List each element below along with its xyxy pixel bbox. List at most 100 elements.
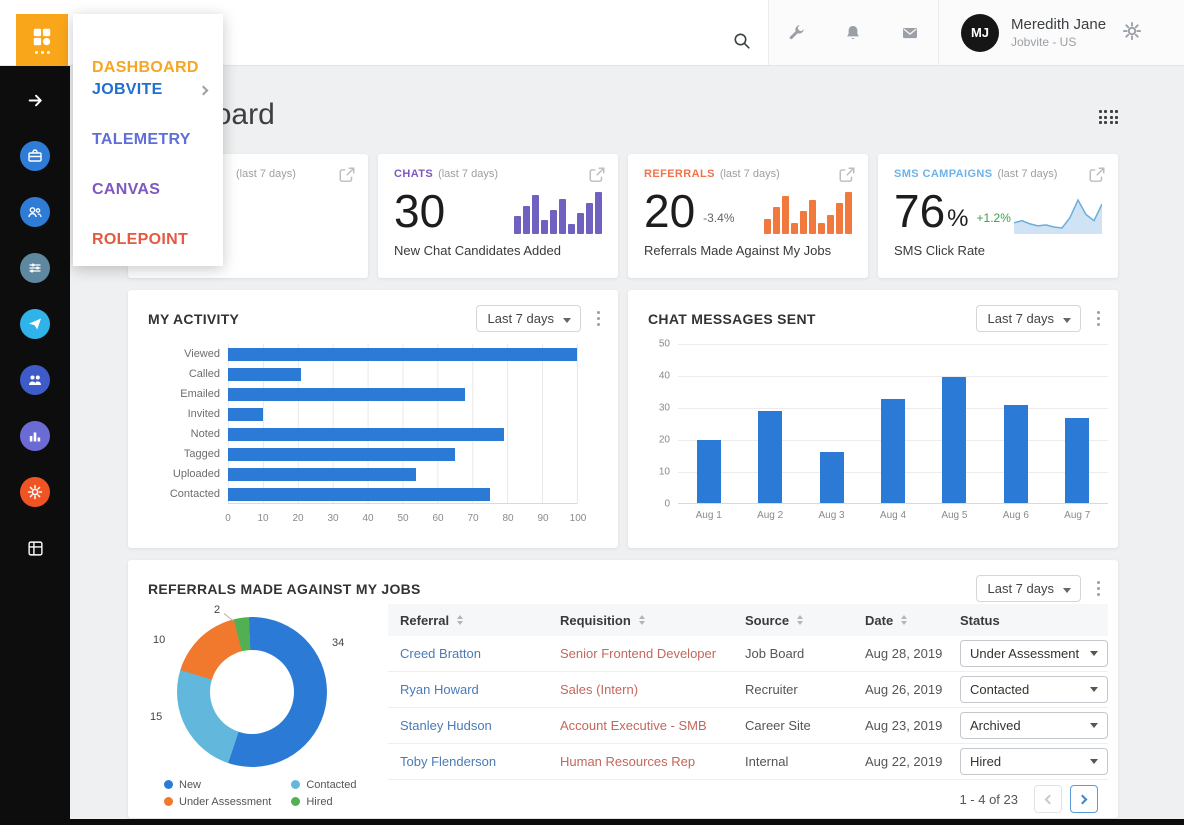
date-cell: Aug 26, 2019 [853, 682, 948, 697]
requisition-link[interactable]: Sales (Intern) [560, 682, 638, 697]
user-menu[interactable]: MJ Meredith Jane Jobvite - US [939, 14, 1106, 52]
referral-link[interactable]: Stanley Hudson [400, 718, 492, 733]
sidebar-item-users[interactable] [0, 184, 70, 240]
menu-item-talemetry[interactable]: TALEMETRY [92, 126, 213, 154]
activity-category-label: Emailed [148, 388, 228, 400]
stat-card-subtitle: (last 7 days) [998, 168, 1058, 180]
avatar[interactable]: MJ [961, 14, 999, 52]
activity-category-label: Called [148, 368, 228, 380]
column-header-label: Source [745, 613, 789, 628]
kebab-menu-icon[interactable] [593, 307, 604, 330]
referrals-table-head: ReferralRequisitionSourceDateStatus [388, 604, 1108, 636]
activity-bar [228, 468, 416, 481]
sidebar-item-send[interactable] [0, 296, 70, 352]
stat-value: 20 [644, 188, 695, 234]
people-icon [20, 365, 50, 395]
chat-bar [820, 452, 844, 503]
stat-value-suffix: % [947, 207, 968, 231]
apps-grid-icon[interactable] [1099, 110, 1119, 124]
requisition-link[interactable]: Human Resources Rep [560, 754, 695, 769]
chat-bar-column [924, 345, 985, 503]
source-cell: Recruiter [733, 682, 853, 697]
briefcase-icon [20, 141, 50, 171]
referrals-sparkline-chart [764, 192, 852, 234]
status-select[interactable]: Archived [960, 712, 1108, 739]
pagination-next-button[interactable] [1070, 785, 1098, 813]
stat-card-title: CHATS [394, 168, 433, 180]
chat-plot [678, 344, 1108, 504]
external-link-icon[interactable] [338, 166, 356, 184]
date-range-select[interactable]: Last 7 days [976, 575, 1082, 602]
activity-row: Uploaded [148, 464, 578, 484]
chat-bar [942, 377, 966, 503]
external-link-icon[interactable] [588, 166, 606, 184]
column-header-referral[interactable]: Referral [388, 613, 548, 628]
pagination-prev-button[interactable] [1034, 785, 1062, 813]
chevron-down-icon [1090, 723, 1098, 728]
wrench-icon[interactable] [777, 13, 817, 53]
referral-link[interactable]: Toby Flenderson [400, 754, 496, 769]
app-switcher-logo[interactable] [16, 14, 68, 66]
chevron-right-icon [1078, 794, 1088, 804]
table-row: Stanley HudsonAccount Executive - SMBCar… [388, 708, 1108, 744]
date-range-select[interactable]: Last 7 days [976, 305, 1082, 332]
menu-item-label: ROLEPOINT [92, 231, 188, 249]
status-select[interactable]: Hired [960, 748, 1108, 775]
sidebar-item-arrow-right[interactable] [0, 72, 70, 128]
activity-track [228, 464, 578, 484]
sidebar-item-gear[interactable] [0, 464, 70, 520]
external-link-icon[interactable] [838, 166, 856, 184]
column-header-source[interactable]: Source [733, 613, 853, 628]
sort-icon [797, 615, 803, 625]
activity-row: Noted [148, 424, 578, 444]
status-value: Contacted [970, 682, 1029, 697]
panel-title: CHAT MESSAGES SENT [648, 311, 976, 327]
kebab-menu-icon[interactable] [1093, 577, 1104, 600]
status-select[interactable]: Contacted [960, 676, 1108, 703]
stat-card-row: (last 7 days) CHATS (last 7 days) 30 New… [128, 154, 1118, 278]
menu-item-jobvite[interactable]: JOBVITE [92, 76, 213, 104]
column-header-requisition[interactable]: Requisition [548, 613, 733, 628]
sidebar-item-people[interactable] [0, 352, 70, 408]
stat-delta: -3.4% [703, 211, 734, 225]
send-icon [20, 309, 50, 339]
settings-gear-icon[interactable] [1122, 21, 1146, 45]
legend-label: New [179, 779, 201, 791]
chats-sparkline-chart [514, 192, 602, 234]
sidebar-item-bar-chart[interactable] [0, 408, 70, 464]
activity-track [228, 444, 578, 464]
source-cell: Job Board [733, 646, 853, 661]
activity-track [228, 344, 578, 364]
activity-category-label: Uploaded [148, 468, 228, 480]
menu-item-rolepoint[interactable]: ROLEPOINT [92, 226, 213, 254]
kebab-menu-icon[interactable] [1093, 307, 1104, 330]
table-row: Toby FlendersonHuman Resources RepIntern… [388, 744, 1108, 780]
activity-category-label: Tagged [148, 448, 228, 460]
sidebar-item-grid[interactable] [0, 520, 70, 576]
requisition-link[interactable]: Senior Frontend Developer [560, 646, 716, 661]
status-select[interactable]: Under Assessment [960, 640, 1108, 667]
status-value: Archived [970, 718, 1021, 733]
sidebar-item-sliders[interactable] [0, 240, 70, 296]
topbar-tools-area: MJ Meredith Jane Jobvite - US [768, 0, 1184, 65]
menu-item-canvas[interactable]: CANVAS [92, 176, 213, 204]
sidebar-item-briefcase[interactable] [0, 128, 70, 184]
referral-link[interactable]: Creed Bratton [400, 646, 481, 661]
menu-item-label: CANVAS [92, 181, 160, 199]
status-value: Under Assessment [970, 646, 1079, 661]
donut-value-label: 2 [214, 604, 220, 616]
sort-icon [639, 615, 645, 625]
user-org: Jobvite - US [1011, 35, 1106, 49]
column-header-date[interactable]: Date [853, 613, 948, 628]
table-row: Creed Bratton Senior Frontend Developer Jo… [388, 636, 1108, 672]
panel-title: REFERRALS MADE AGAINST MY JOBS [148, 581, 976, 597]
activity-bar [228, 448, 455, 461]
referral-link[interactable]: Ryan Howard [400, 682, 479, 697]
requisition-link[interactable]: Account Executive - SMB [560, 718, 707, 733]
search-icon[interactable] [726, 25, 758, 57]
bell-icon[interactable] [833, 13, 873, 53]
chat-bar [758, 411, 782, 503]
mail-icon[interactable] [890, 13, 930, 53]
external-link-icon[interactable] [1088, 166, 1106, 184]
date-range-select[interactable]: Last 7 days [476, 305, 582, 332]
